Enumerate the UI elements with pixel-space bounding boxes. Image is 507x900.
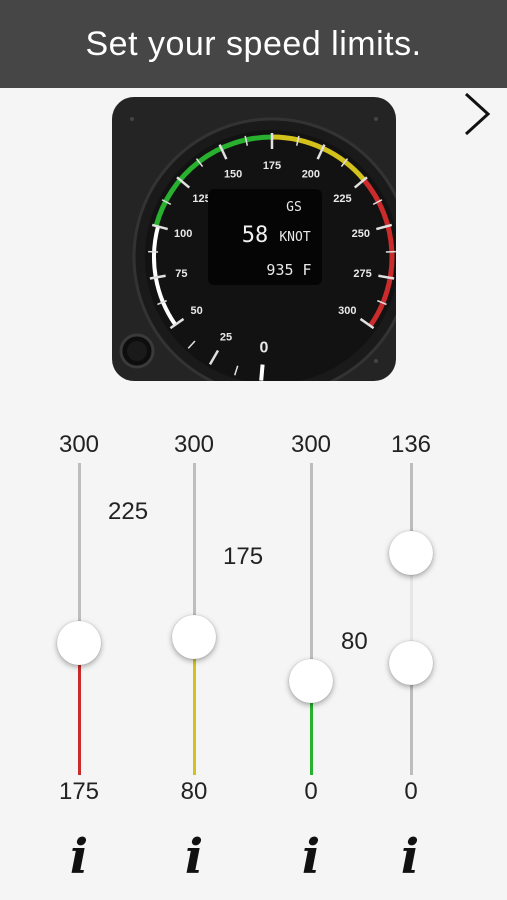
green-limit-slider[interactable]: 300 0 [276,425,346,825]
red-limit-slider[interactable]: 300 175 [44,425,114,825]
gauge-tick-label: 50 [191,305,203,317]
gauge-tick-label: 0 [260,340,269,357]
info-icon[interactable]: i [291,832,331,882]
info-icon[interactable]: i [59,832,99,882]
gauge-tick-label: 225 [333,193,351,205]
slider-thumb[interactable] [57,621,101,665]
gauge-tick-label: 25 [220,332,232,344]
slider-min-label: 0 [304,778,318,805]
slider-max-label: 300 [290,431,332,458]
slider-value-yellow: 175 [223,543,264,570]
slider-thumb-lower[interactable] [389,641,433,685]
page-title: Set your speed limits. [85,24,422,63]
slider-thumb[interactable] [289,659,333,703]
gauge-tick-label: 275 [353,268,371,280]
slider-min-label: 80 [180,778,208,805]
gauge-tick-label: 75 [175,268,187,280]
yellow-limit-slider[interactable]: 300 80 [159,425,229,825]
gauge-tick-label: 175 [263,160,281,172]
slider-thumb-upper[interactable] [389,531,433,575]
info-icon[interactable]: i [174,832,214,882]
slider-thumb[interactable] [172,615,216,659]
display-unit: KNOT [279,230,310,245]
gauge-tick-label: 200 [302,169,320,181]
slider-value-red: 225 [108,498,149,525]
slider-fill [310,703,313,775]
white-range-slider[interactable]: 136 0 [376,425,446,825]
slider-min-label: 175 [58,778,100,805]
gauge-tick [259,364,265,381]
gauge-tick-label: 250 [352,228,370,240]
airspeed-gauge: 0 25 50 75 100 125 150 175 200 225 250 275 300 GS 58… [112,97,412,397]
slider-value-green: 80 [341,628,368,655]
header-bar: Set your speed limits. [0,0,507,88]
display-mode: GS [286,200,302,215]
gauge-tick-label: 100 [174,228,192,240]
gauge-tick-label: 125 [192,193,210,205]
slider-max-label: 300 [58,431,100,458]
info-icon[interactable]: i [390,832,430,882]
display-temp: 935 F [266,261,311,279]
slider-max-label: 136 [390,431,432,458]
chevron-right-icon[interactable] [458,90,498,138]
slider-min-label: 0 [404,778,418,805]
slider-fill [193,659,196,775]
slider-max-label: 300 [173,431,215,458]
slider-fill [78,665,81,775]
gauge-tick-label: 300 [338,305,356,317]
gauge-tick-label: 150 [224,169,242,181]
display-speed: 58 [242,223,269,248]
